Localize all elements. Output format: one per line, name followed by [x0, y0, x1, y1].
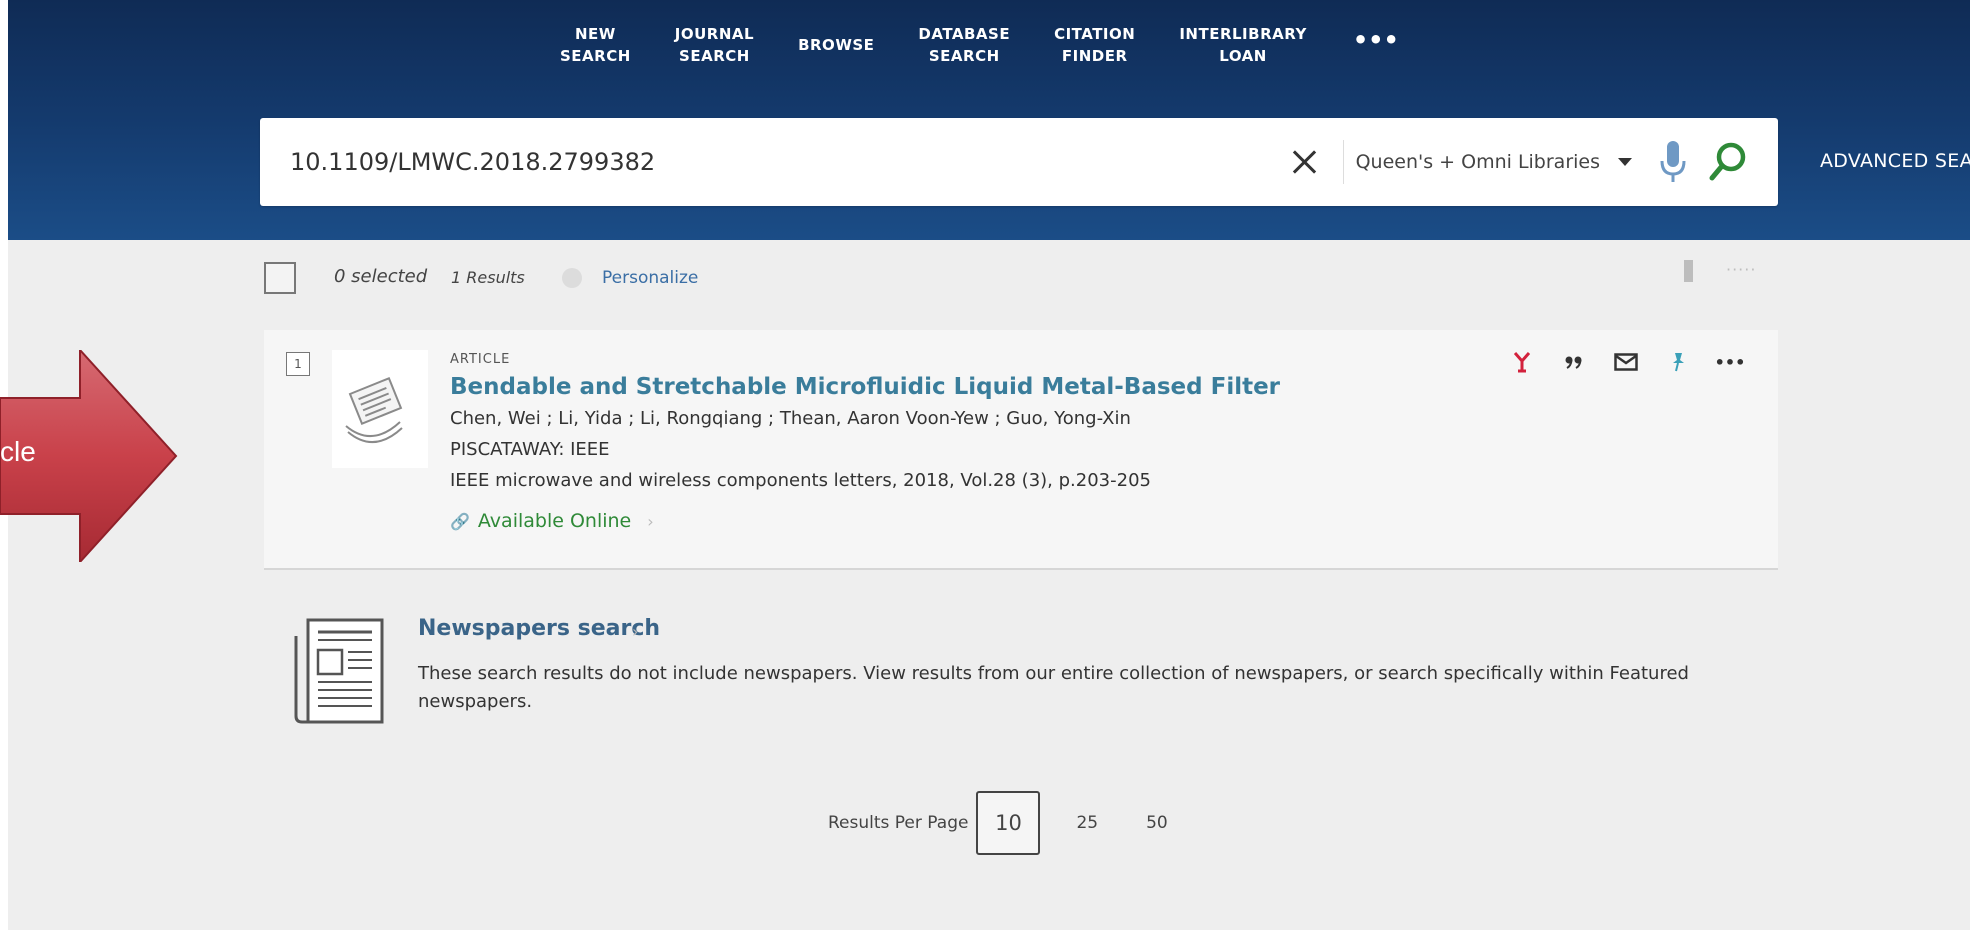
citation-trail-icon [1514, 352, 1530, 373]
availability-label: Available Online [477, 510, 632, 532]
newspapers-search-block: Newspapers search › These search results… [292, 608, 1772, 728]
search-input[interactable]: 10.1109/LMWC.2018.2799382 [290, 148, 1287, 176]
personalize-link[interactable]: Personalize [602, 268, 698, 288]
chevron-right-icon: › [647, 511, 654, 531]
result-authors: Chen, Wei ; Li, Yida ; Li, Rongqiang ; T… [450, 408, 1131, 429]
citation-trail-button[interactable] [1496, 346, 1548, 378]
select-all-checkbox[interactable] [264, 262, 296, 294]
nav-new-search[interactable]: NEW SEARCH [538, 20, 653, 70]
nav-browse[interactable]: BROWSE [776, 20, 896, 70]
more-icon[interactable]: ····· [1726, 260, 1756, 279]
app-window: NEW SEARCH JOURNAL SEARCH BROWSE DATABAS… [8, 0, 1970, 930]
results-per-page-label: Results Per Page [828, 813, 969, 833]
email-icon [1614, 353, 1638, 371]
result-number[interactable]: 1 [286, 352, 310, 376]
search-bar: 10.1109/LMWC.2018.2799382 Queen's + Omni… [260, 118, 1778, 206]
chevron-right-icon: › [632, 622, 639, 641]
availability-link[interactable]: 🔗 Available Online › [450, 510, 654, 532]
newspapers-search-link[interactable]: Newspapers search [418, 616, 660, 641]
clear-icon[interactable] [1287, 145, 1321, 179]
results-per-page-10[interactable]: 10 [976, 791, 1041, 855]
main-nav: NEW SEARCH JOURNAL SEARCH BROWSE DATABAS… [538, 20, 1423, 70]
link-icon: 🔗 [450, 511, 470, 531]
results-toolbar: 0 selected 1 Results Personalize ····· [264, 258, 1764, 298]
nav-more-button[interactable]: ••• [1329, 20, 1423, 70]
results-per-page-50[interactable]: 50 [1122, 793, 1192, 853]
more-icon: ••• [1714, 352, 1746, 372]
header: NEW SEARCH JOURNAL SEARCH BROWSE DATABAS… [8, 0, 1970, 240]
nav-interlibrary-loan[interactable]: INTERLIBRARY LOAN [1157, 20, 1329, 70]
scope-dropdown[interactable]: Queen's + Omni Libraries [1356, 151, 1632, 173]
nav-journal-search[interactable]: JOURNAL SEARCH [653, 20, 776, 70]
nav-database-search[interactable]: DATABASE SEARCH [896, 20, 1032, 70]
cite-button[interactable] [1548, 346, 1600, 378]
scope-label: Queen's + Omni Libraries [1355, 151, 1600, 173]
results-count: 1 Results [451, 268, 525, 287]
personalize-icon[interactable] [562, 268, 582, 288]
newspaper-icon [294, 618, 384, 724]
nav-citation-finder[interactable]: CITATION FINDER [1032, 20, 1157, 70]
article-icon [332, 350, 428, 468]
newspapers-description: These search results do not include news… [418, 663, 1689, 712]
microphone-icon[interactable] [1658, 139, 1688, 185]
selected-count: 0 selected [334, 266, 428, 287]
pin-button[interactable] [1652, 346, 1704, 378]
result-item[interactable]: 1 ARTICLE Bendable and Stretchable Micro… [264, 330, 1778, 570]
result-publisher: PISCATAWAY: IEEE [450, 439, 610, 460]
result-type: ARTICLE [450, 352, 511, 367]
result-title-link[interactable]: Bendable and Stretchable Microfluidic Li… [450, 374, 1280, 400]
advanced-search-link[interactable]: ADVANCED SEARC [1820, 150, 1970, 172]
pin-icon [1673, 353, 1684, 372]
result-actions: ••• [1496, 346, 1756, 378]
more-button[interactable]: ••• [1704, 346, 1756, 378]
search-icon[interactable] [1708, 140, 1748, 184]
divider [1342, 140, 1344, 184]
results-per-page-25[interactable]: 25 [1052, 793, 1122, 853]
results-per-page: Results Per Page 10 25 50 [828, 788, 1192, 858]
email-button[interactable] [1600, 346, 1652, 378]
pin-icon[interactable] [1684, 260, 1693, 282]
result-source: IEEE microwave and wireless components l… [450, 470, 1151, 491]
quote-icon [1565, 356, 1582, 369]
chevron-down-icon [1618, 158, 1632, 166]
annotation-arrow-label: cle [0, 436, 36, 467]
